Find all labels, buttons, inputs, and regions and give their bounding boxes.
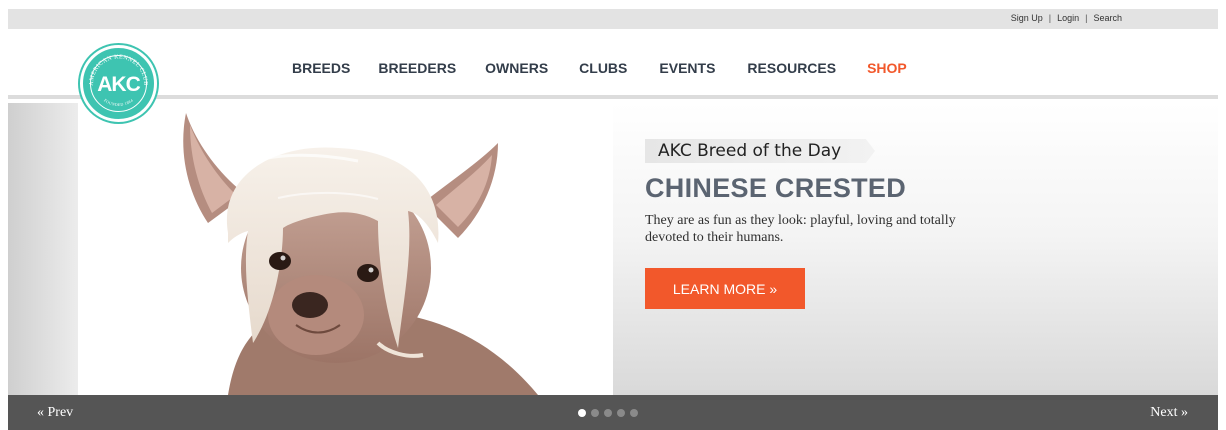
nav-item-breeds[interactable]: BREEDS (292, 60, 350, 76)
prev-slide-link[interactable]: « Prev (37, 405, 73, 421)
main-nav: BREEDS BREEDERS OWNERS CLUBS EVENTS RESO… (292, 60, 907, 76)
slide-dot[interactable] (630, 409, 638, 417)
eyebrow-label: AKC Breed of the Day (658, 141, 842, 161)
eyebrow-tag: AKC Breed of the Day (645, 139, 875, 163)
slide-dot[interactable] (591, 409, 599, 417)
utility-links: Sign Up | Login | Search (1011, 13, 1122, 23)
slide-dot[interactable] (617, 409, 625, 417)
nav-item-events[interactable]: EVENTS (659, 60, 715, 76)
logo-initials: AKC (97, 73, 141, 96)
hero-left-shade (8, 103, 78, 395)
chinese-crested-illustration (183, 113, 538, 395)
nav-item-resources[interactable]: RESOURCES (747, 60, 836, 76)
nav-item-shop[interactable]: SHOP (867, 60, 907, 76)
akc-logo[interactable]: AMERICAN KENNEL CLUB FOUNDED 1884 AKC (80, 45, 157, 122)
next-slide-link[interactable]: Next » (1150, 405, 1188, 421)
breed-name-heading: CHINESE CRESTED (645, 173, 907, 203)
search-link[interactable]: Search (1093, 13, 1122, 23)
nav-item-breeders[interactable]: BREEDERS (378, 60, 456, 76)
slide-dot[interactable] (578, 409, 586, 417)
sign-up-link[interactable]: Sign Up (1011, 13, 1043, 23)
breed-photo (78, 103, 613, 395)
nav-item-clubs[interactable]: CLUBS (579, 60, 627, 76)
login-link[interactable]: Login (1057, 13, 1079, 23)
utility-separator: | (1048, 13, 1052, 23)
breed-description: They are as fun as they look: playful, l… (645, 213, 956, 245)
hero-slider: AKC Breed of the Day CHINESE CRESTED The… (8, 103, 1218, 395)
slide-dot[interactable] (604, 409, 612, 417)
utility-bar: Sign Up | Login | Search (8, 9, 1218, 29)
slide-indicators (578, 409, 638, 417)
nav-item-owners[interactable]: OWNERS (485, 60, 548, 76)
carousel-controls: « Prev Next » (8, 395, 1218, 430)
utility-separator: | (1085, 13, 1088, 23)
learn-more-button[interactable]: LEARN MORE » (645, 268, 805, 309)
breed-of-day-panel: AKC Breed of the Day CHINESE CRESTED The… (645, 139, 1025, 309)
